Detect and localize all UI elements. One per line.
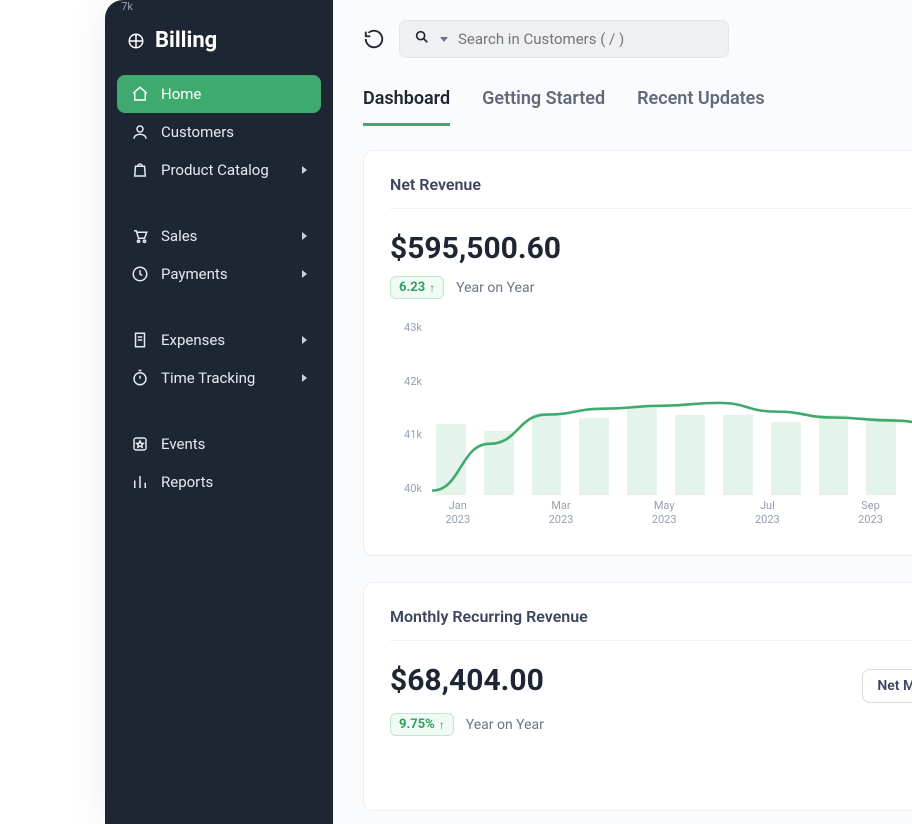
net-revenue-value: $595,500.60 bbox=[390, 231, 561, 266]
chart-line bbox=[432, 403, 912, 491]
arrow-up-icon: ↑ bbox=[439, 718, 445, 732]
chevron-right-icon bbox=[302, 374, 307, 382]
search-scope-caret-icon[interactable] bbox=[440, 37, 448, 42]
sidebar-item-label: Events bbox=[161, 435, 205, 453]
chevron-right-icon bbox=[302, 232, 307, 240]
cart-icon bbox=[131, 227, 149, 245]
sidebar-item-label: Expenses bbox=[161, 331, 225, 349]
chevron-right-icon bbox=[302, 336, 307, 344]
y-tick: 41k bbox=[390, 428, 422, 441]
sidebar-item-label: Time Tracking bbox=[161, 369, 255, 387]
search-input[interactable] bbox=[458, 30, 714, 48]
sidebar-item-label: Product Catalog bbox=[161, 161, 269, 179]
card-net-revenue: Net Revenue $595,500.60 6.23 ↑ Year on Y… bbox=[363, 150, 912, 556]
y-tick: 43k bbox=[390, 321, 422, 334]
sidebar-item-product-catalog[interactable]: Product Catalog bbox=[117, 151, 321, 189]
brand: Billing bbox=[105, 0, 333, 75]
refresh-icon[interactable] bbox=[363, 28, 385, 50]
main: Dashboard Getting Started Recent Updates N… bbox=[333, 0, 912, 824]
sidebar-item-home[interactable]: Home bbox=[117, 75, 321, 113]
topbar bbox=[333, 0, 912, 72]
sidebar-item-label: Home bbox=[161, 85, 201, 103]
tab-getting-started[interactable]: Getting Started bbox=[482, 88, 605, 126]
timer-icon bbox=[131, 369, 149, 387]
card-mrr: Monthly Recurring Revenue $68,404.00 Net… bbox=[363, 582, 912, 811]
x-tick bbox=[690, 499, 742, 531]
clock-icon bbox=[131, 265, 149, 283]
x-tick: Mar2023 bbox=[535, 499, 587, 531]
chevron-right-icon bbox=[302, 270, 307, 278]
receipt-icon bbox=[131, 331, 149, 349]
sidebar-item-expenses[interactable]: Expenses bbox=[117, 321, 321, 359]
mrr-chart: 7k bbox=[390, 756, 912, 786]
tabs: Dashboard Getting Started Recent Updates bbox=[333, 72, 912, 126]
net-revenue-chart: 43k 42k 41k 40k Jan2023 Mar2023 May2023 Jul202… bbox=[390, 321, 912, 531]
mrr-value: $68,404.00 bbox=[390, 663, 544, 698]
card-title: Monthly Recurring Revenue bbox=[390, 607, 912, 641]
sidebar: Billing Home Customers Product Catalog Sale… bbox=[105, 0, 333, 824]
yoy-label: Year on Year bbox=[466, 717, 544, 733]
net-mrr-button[interactable]: Net MRR bbox=[862, 669, 912, 703]
chevron-right-icon bbox=[302, 166, 307, 174]
y-tick: 40k bbox=[390, 482, 422, 495]
tab-dashboard[interactable]: Dashboard bbox=[363, 88, 450, 126]
x-tick: Jan2023 bbox=[432, 499, 484, 531]
content: Net Revenue $595,500.60 6.23 ↑ Year on Y… bbox=[333, 126, 912, 824]
sidebar-item-sales[interactable]: Sales bbox=[117, 217, 321, 255]
user-icon bbox=[131, 123, 149, 141]
y-tick: 42k bbox=[390, 375, 422, 388]
arrow-up-icon: ↑ bbox=[429, 281, 435, 295]
sidebar-item-time-tracking[interactable]: Time Tracking bbox=[117, 359, 321, 397]
net-revenue-delta-badge: 6.23 ↑ bbox=[390, 276, 444, 299]
sidebar-item-reports[interactable]: Reports bbox=[117, 463, 321, 501]
brand-text: Billing bbox=[155, 28, 217, 53]
sidebar-item-customers[interactable]: Customers bbox=[117, 113, 321, 151]
yoy-label: Year on Year bbox=[456, 280, 534, 296]
sidebar-item-label: Payments bbox=[161, 265, 228, 283]
tab-recent-updates[interactable]: Recent Updates bbox=[637, 88, 765, 126]
search-icon bbox=[414, 29, 430, 49]
sidebar-item-label: Reports bbox=[161, 473, 213, 491]
search-box[interactable] bbox=[399, 20, 729, 58]
sidebar-item-label: Customers bbox=[161, 123, 234, 141]
bars-icon bbox=[131, 473, 149, 491]
sidebar-item-payments[interactable]: Payments bbox=[117, 255, 321, 293]
x-tick bbox=[484, 499, 536, 531]
x-tick: May2023 bbox=[638, 499, 690, 531]
card-title: Net Revenue bbox=[390, 175, 912, 209]
x-tick: Sep2023 bbox=[845, 499, 897, 531]
x-tick bbox=[793, 499, 845, 531]
x-tick bbox=[896, 499, 912, 531]
sidebar-item-label: Sales bbox=[161, 227, 197, 245]
sidebar-item-events[interactable]: Events bbox=[117, 425, 321, 463]
x-tick bbox=[587, 499, 639, 531]
star-icon bbox=[131, 435, 149, 453]
bag-icon bbox=[131, 161, 149, 179]
mrr-delta-badge: 9.75% ↑ bbox=[390, 713, 454, 736]
home-icon bbox=[131, 85, 149, 103]
x-tick: Jul2023 bbox=[742, 499, 794, 531]
